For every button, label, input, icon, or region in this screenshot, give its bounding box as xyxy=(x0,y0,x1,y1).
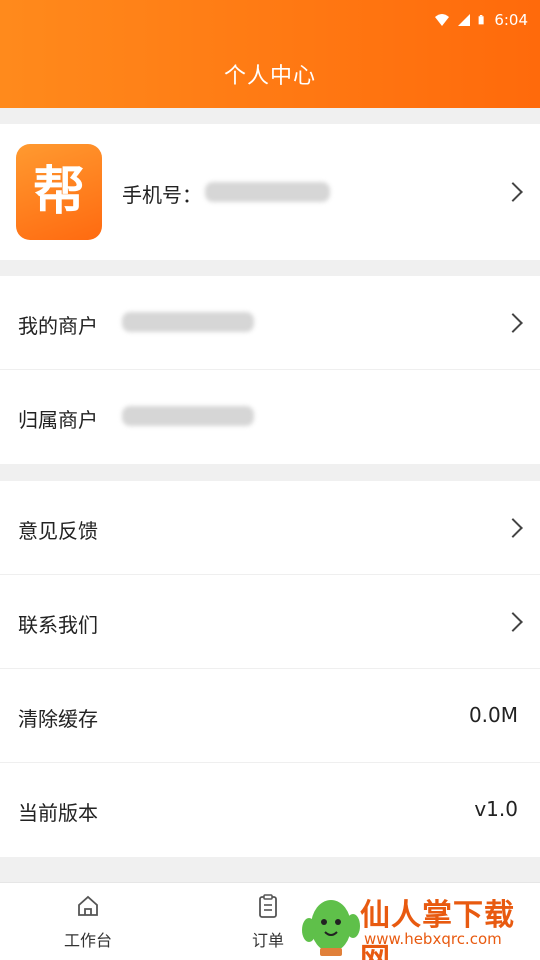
my-merchant-row[interactable]: 我的商户 xyxy=(0,276,540,370)
app-logo: 帮 xyxy=(16,144,102,240)
bottom-tab-bar: 工作台 订单 仙人掌下载网 www.hebxqrc.com xyxy=(0,882,540,960)
version-label: 当前版本 xyxy=(18,801,98,825)
clear-cache-row[interactable]: 清除缓存 0.0M xyxy=(0,669,540,763)
my-merchant-value-redacted xyxy=(122,312,254,332)
phone-number-redacted xyxy=(205,182,330,202)
contact-row[interactable]: 联系我们 xyxy=(0,575,540,669)
watermark: 仙人掌下载网 www.hebxqrc.com xyxy=(300,882,540,960)
contact-label: 联系我们 xyxy=(18,613,98,637)
app-header: 6:04 个人中心 xyxy=(0,0,540,108)
wifi-icon xyxy=(435,14,450,26)
watermark-url: www.hebxqrc.com xyxy=(364,930,502,948)
clear-cache-label: 清除缓存 xyxy=(18,707,98,731)
owner-merchant-row: 归属商户 xyxy=(0,370,540,464)
feedback-row[interactable]: 意见反馈 xyxy=(0,481,540,575)
tab-label: 工作台 xyxy=(63,931,112,950)
tab-workbench[interactable]: 工作台 xyxy=(38,893,138,951)
phone-label: 手机号： xyxy=(122,183,202,207)
owner-merchant-value-redacted xyxy=(122,406,254,426)
feedback-label: 意见反馈 xyxy=(18,519,98,543)
owner-merchant-label: 归属商户 xyxy=(18,408,98,432)
cache-size-value: 0.0M xyxy=(468,703,518,727)
chevron-right-icon xyxy=(503,313,523,333)
version-row: 当前版本 v1.0 xyxy=(0,763,540,857)
profile-card[interactable]: 帮 手机号： xyxy=(0,124,540,260)
page-title: 个人中心 xyxy=(223,64,316,89)
logo-char: 帮 xyxy=(32,162,85,222)
chevron-right-icon xyxy=(503,518,523,538)
watermark-text: 仙人掌下载网 xyxy=(360,898,515,960)
battery-icon xyxy=(478,15,484,25)
chevron-right-icon xyxy=(503,182,523,202)
home-icon xyxy=(78,895,98,916)
my-merchant-label: 我的商户 xyxy=(18,314,98,338)
status-bar: 6:04 xyxy=(0,0,540,40)
chevron-right-icon xyxy=(503,612,523,632)
version-value: v1.0 xyxy=(474,797,518,821)
signal-icon xyxy=(458,14,471,26)
clipboard-icon xyxy=(259,894,277,918)
status-time: 6:04 xyxy=(494,11,528,29)
cactus-logo-icon xyxy=(302,900,360,956)
